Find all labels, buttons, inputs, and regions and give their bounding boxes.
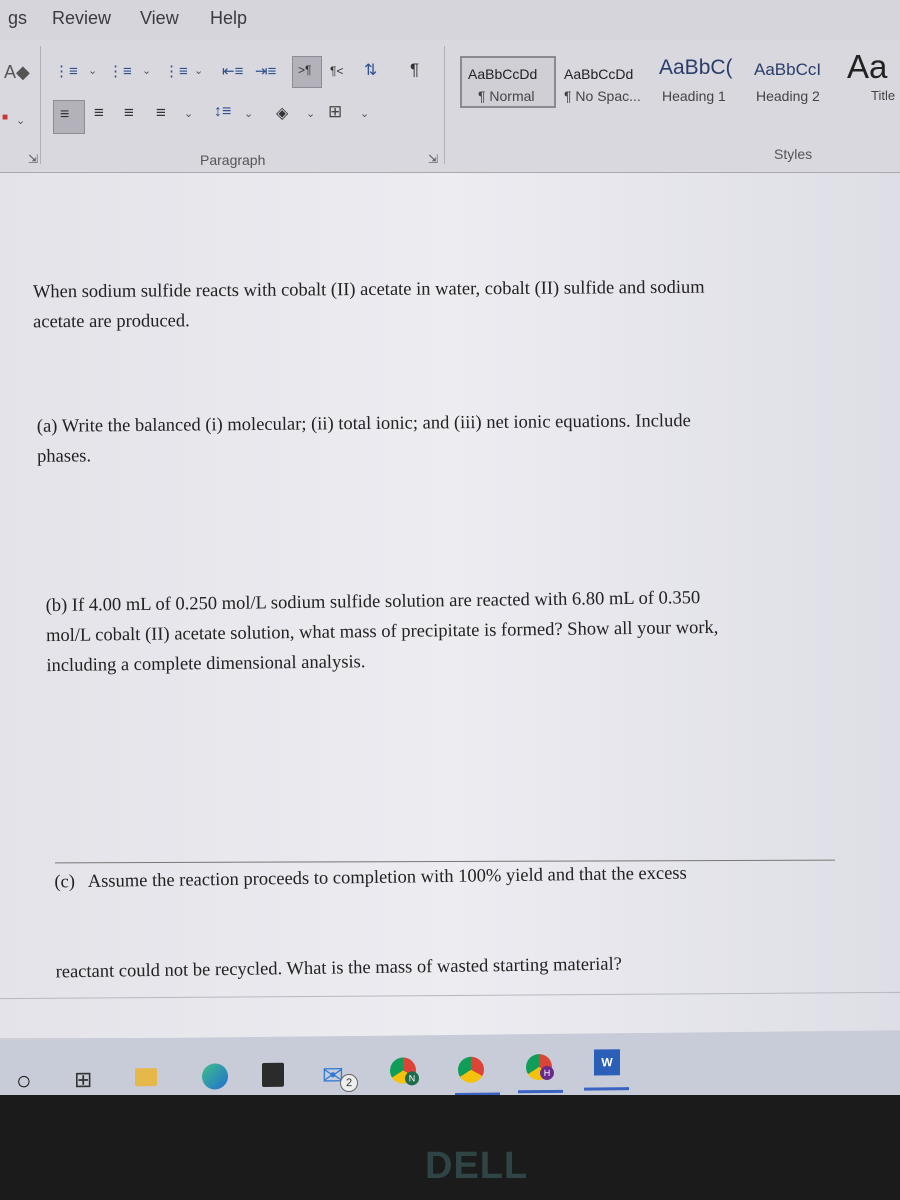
style-name: Title	[871, 88, 896, 103]
chevron-down-icon[interactable]: ⌄	[244, 107, 253, 120]
text-line: phases.	[37, 446, 92, 467]
running-indicator	[584, 1087, 629, 1091]
chevron-down-icon[interactable]: ⌄	[194, 64, 203, 77]
multilevel-list-icon[interactable]: ⋮≡	[164, 62, 188, 80]
chevron-down-icon[interactable]: ⌄	[16, 114, 25, 127]
style-name: Heading 1	[662, 88, 726, 104]
ribbon: A◆ ■ ⌄ ⇲ ⋮≡ ⌄ ⋮≡ ⌄ ⋮≡ ⌄ ⇤≡ ⇥≡ >¶ ¶< ⇅ ¶ …	[0, 40, 900, 173]
style-sample: AaBbCcDd	[564, 66, 634, 82]
style-heading-1[interactable]: AaBbC( Heading 1	[655, 52, 745, 104]
running-indicator	[518, 1089, 563, 1094]
rtl-pilcrow-icon[interactable]: ¶<	[330, 64, 343, 78]
style-name: ¶ Normal	[478, 88, 535, 104]
align-left-button[interactable]: ≡	[53, 100, 85, 134]
center-icon[interactable]: ≡	[94, 103, 104, 123]
mail-badge: 2	[340, 1073, 358, 1093]
file-explorer-icon[interactable]	[135, 1068, 157, 1087]
increase-indent-icon[interactable]: ⇥≡	[255, 62, 276, 80]
profile-badge: N	[405, 1071, 419, 1086]
dell-logo: DELL	[425, 1145, 529, 1187]
style-sample: Aa	[847, 48, 888, 85]
chevron-down-icon[interactable]: ⌄	[184, 107, 193, 120]
chevron-down-icon[interactable]: ⌄	[88, 64, 97, 77]
styles-group-label: Styles	[774, 146, 813, 162]
style-heading-2[interactable]: AaBbCcI Heading 2	[750, 54, 840, 104]
chevron-down-icon[interactable]: ⌄	[360, 107, 369, 120]
shading-icon[interactable]: ◈	[276, 103, 288, 123]
chevron-down-icon[interactable]: ⌄	[142, 64, 151, 77]
word-icon[interactable]: W	[594, 1049, 620, 1076]
style-no-spacing[interactable]: AaBbCcDd ¶ No Spac...	[556, 56, 651, 104]
group-divider	[444, 46, 445, 164]
task-view-icon[interactable]: ⊞	[74, 1067, 92, 1093]
tab-help[interactable]: Help	[210, 8, 247, 29]
intro-paragraph: When sodium sulfide reacts with cobalt (…	[33, 273, 705, 338]
sort-icon[interactable]: ⇅	[364, 60, 377, 80]
style-sample: AaBbCcI	[754, 60, 822, 79]
document-page[interactable]: When sodium sulfide reacts with cobalt (…	[0, 173, 900, 1038]
tab-view[interactable]: View	[140, 8, 179, 29]
show-formatting-marks-icon[interactable]: ¶	[410, 60, 419, 80]
style-normal[interactable]: AaBbCcDd ¶ Normal	[460, 56, 556, 108]
ltr-text-direction-button[interactable]: >¶	[292, 56, 322, 88]
style-sample: AaBbC(	[659, 56, 733, 79]
text-line: (a) Write the balanced (i) molecular; (i…	[36, 411, 691, 437]
borders-icon[interactable]: ⊞	[328, 102, 342, 122]
style-name: Heading 2	[756, 88, 820, 104]
part-b-paragraph: (b) If 4.00 mL of 0.250 mol/L sodium sul…	[45, 583, 719, 681]
style-name: ¶ No Spac...	[564, 88, 641, 104]
edge-icon[interactable]	[202, 1063, 228, 1090]
tab-mailings[interactable]: gs	[8, 8, 27, 29]
line-spacing-icon[interactable]: ↕≡	[214, 103, 231, 121]
paragraph-group-label: Paragraph	[200, 152, 266, 168]
part-a-paragraph: (a) Write the balanced (i) molecular; (i…	[37, 406, 691, 472]
style-sample: AaBbCcDd	[468, 66, 538, 82]
ltr-pilcrow-icon: >¶	[298, 63, 312, 77]
text-line: reactant could not be recycled. What is …	[55, 954, 623, 983]
paragraph-dialog-launcher-icon[interactable]: ⇲	[428, 152, 438, 166]
cortana-search-icon[interactable]: ○	[16, 1065, 32, 1096]
align-left-icon: ≡	[60, 106, 70, 123]
part-c-paragraph: (c) Assume the reaction proceeds to comp…	[53, 799, 689, 1048]
numbering-icon[interactable]: ⋮≡	[108, 62, 132, 80]
bullets-icon[interactable]: ⋮≡	[54, 62, 78, 80]
text-line: (c) Assume the reaction proceeds to comp…	[54, 863, 687, 893]
chevron-down-icon[interactable]: ⌄	[306, 107, 315, 120]
decrease-indent-icon[interactable]: ⇤≡	[222, 62, 243, 80]
text-line: acetate are produced.	[33, 311, 190, 333]
font-dialog-launcher-icon[interactable]: ⇲	[28, 152, 38, 166]
justify-icon[interactable]: ≡	[156, 103, 166, 123]
group-divider	[40, 46, 41, 164]
align-right-icon[interactable]: ≡	[124, 103, 134, 123]
chrome-icon[interactable]	[458, 1056, 484, 1083]
style-title[interactable]: Aa Title	[845, 48, 900, 104]
text-line: When sodium sulfide reacts with cobalt (…	[32, 277, 705, 303]
microsoft-store-icon[interactable]	[262, 1062, 284, 1087]
font-color-icon[interactable]: ■	[2, 112, 8, 123]
tab-review[interactable]: Review	[52, 8, 111, 29]
ribbon-tab-bar: gs Review View Help	[0, 0, 900, 40]
profile-badge: H	[540, 1065, 554, 1081]
clear-formatting-icon[interactable]: A◆	[4, 62, 30, 83]
